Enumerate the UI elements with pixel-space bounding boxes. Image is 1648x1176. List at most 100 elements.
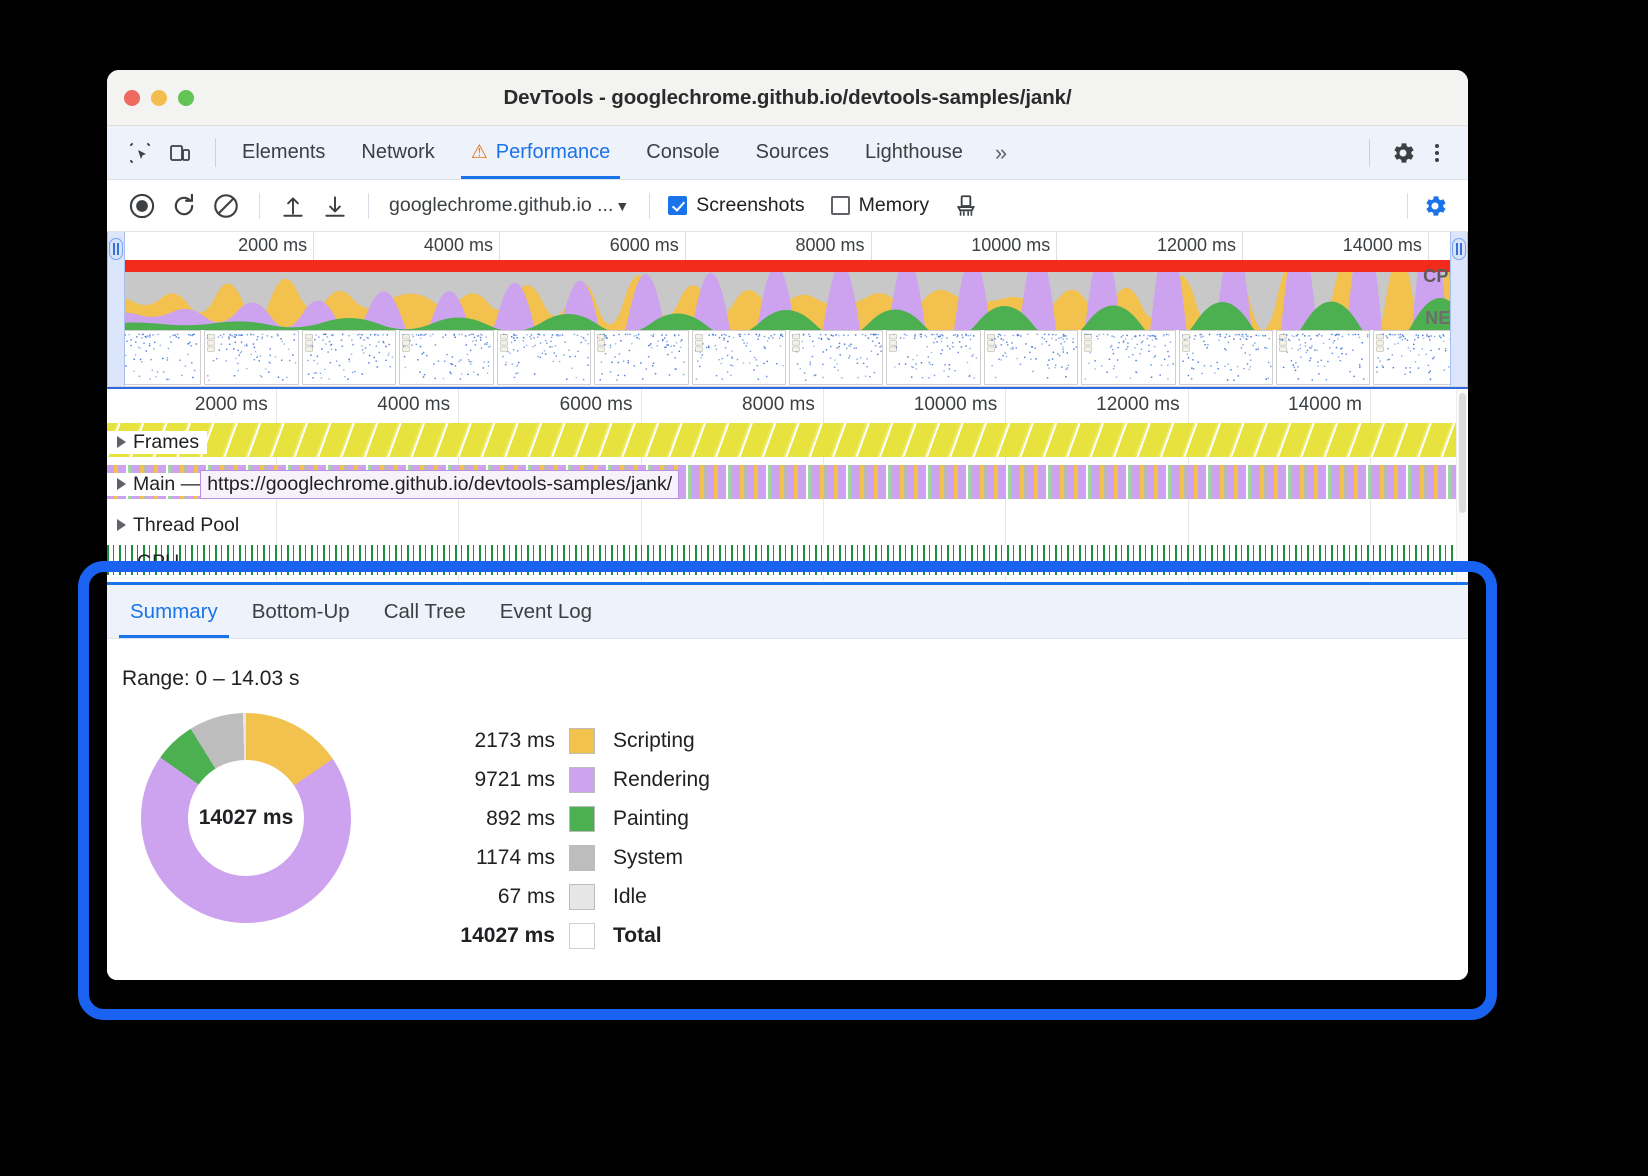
activity-donut-chart[interactable]: 14027 ms [141,713,351,923]
screenshots-checkbox[interactable]: Screenshots [668,194,804,217]
track-thread-pool[interactable]: Thread Pool [107,505,1468,545]
memory-checkbox-box[interactable] [831,196,850,215]
filmstrip-frame[interactable] [789,330,883,385]
tab-lighthouse[interactable]: Lighthouse [847,126,981,179]
track-frames[interactable]: Frames [107,421,1468,463]
capture-settings-gear-icon[interactable] [1416,187,1454,225]
details-drawer: Summary Bottom-Up Call Tree Event Log Ra… [107,582,1468,980]
flame-vertical-scrollbar[interactable] [1456,389,1468,582]
maximize-button[interactable] [178,90,194,106]
track-frames-label[interactable]: Frames [107,431,207,454]
clear-icon[interactable] [207,187,245,225]
expand-caret-icon[interactable] [117,478,126,490]
device-toolbar-icon[interactable] [163,136,197,170]
filmstrip-frame[interactable] [1081,330,1175,385]
legend-row-total: 14027 msTotal [447,916,710,955]
flame-chart-pane[interactable]: 2000 ms4000 ms6000 ms8000 ms10000 ms1200… [107,387,1468,582]
flame-tick-label: 6000 ms [560,394,641,416]
download-profile-icon[interactable] [316,187,354,225]
filmstrip-frame[interactable] [1179,330,1273,385]
legend-row[interactable]: 2173 msScripting [447,721,710,760]
inspect-element-icon[interactable] [123,136,157,170]
tab-sources[interactable]: Sources [738,126,847,179]
legend-row[interactable]: 1174 msSystem [447,838,710,877]
filmstrip-frame[interactable] [302,330,396,385]
frame-thumbnail [790,331,882,384]
tab-performance[interactable]: ⚠ Performance [453,126,629,179]
filmstrip-frame[interactable] [886,330,980,385]
legend-row[interactable]: 67 msIdle [447,877,710,916]
frame-thumbnail [693,331,785,384]
grip-icon[interactable] [1452,238,1466,260]
more-options-icon[interactable] [1420,136,1454,170]
track-main-label[interactable]: Main — [107,473,200,496]
more-tabs-chevron-icon[interactable]: » [981,126,1021,179]
frames-band [107,423,1468,457]
collect-garbage-icon[interactable] [947,187,985,225]
legend-row[interactable]: 892 msPainting [447,799,710,838]
tab-console[interactable]: Console [628,126,737,179]
memory-checkbox[interactable]: Memory [831,194,929,217]
tab-network[interactable]: Network [343,126,452,179]
overview-ruler: 2000 ms4000 ms6000 ms8000 ms10000 ms1200… [107,232,1468,260]
overview-tick [871,232,872,260]
filmstrip-frame[interactable] [1276,330,1370,385]
flame-ruler: 2000 ms4000 ms6000 ms8000 ms10000 ms1200… [107,389,1468,421]
overview-selection-handle-right[interactable] [1450,232,1468,386]
expand-caret-icon[interactable] [117,519,126,531]
gear-icon[interactable] [1386,136,1420,170]
minimize-button[interactable] [151,90,167,106]
performance-toolbar: googlechrome.github.io ... ▼ Screenshots… [107,180,1468,232]
screenshots-checkbox-box[interactable] [668,196,687,215]
toolbar-divider-2 [368,193,369,219]
track-gpu[interactable]: GPU [107,545,1468,579]
overview-selection-handle-left[interactable] [107,232,125,386]
tabstrip-actions-divider [1369,139,1370,167]
legend-total-swatch [569,923,595,949]
track-main[interactable]: Main — https://googlechrome.github.io/de… [107,463,1468,505]
flame-tick-label: 4000 ms [377,394,458,416]
legend-value: 2173 ms [447,729,569,753]
reload-record-icon[interactable] [165,187,203,225]
timeline-overview[interactable]: 2000 ms4000 ms6000 ms8000 ms10000 ms1200… [107,232,1468,387]
filmstrip-frame[interactable] [399,330,493,385]
range-label: Range: 0 – 14.03 s [122,667,1468,691]
track-gpu-name: GPU [107,551,179,574]
legend-swatch [569,767,595,793]
tabstrip-actions [1369,126,1468,179]
toolbar-divider-1 [259,193,260,219]
tab-bottom-up-label: Bottom-Up [252,600,350,624]
frame-thumbnail [887,331,979,384]
overview-tick [313,232,314,260]
flame-tick-label: 14000 m [1288,394,1370,416]
overview-tick [685,232,686,260]
frame-thumbnail [303,331,395,384]
screenshot-filmstrip[interactable] [107,328,1468,387]
filmstrip-frame[interactable] [594,330,688,385]
filmstrip-frame[interactable] [497,330,591,385]
close-button[interactable] [124,90,140,106]
tab-call-tree[interactable]: Call Tree [367,585,483,638]
traffic-lights [124,90,194,106]
frame-thumbnail [595,331,687,384]
filmstrip-frame[interactable] [984,330,1078,385]
filmstrip-frame[interactable] [692,330,786,385]
tab-event-log[interactable]: Event Log [483,585,609,638]
record-circle-icon[interactable] [123,187,161,225]
tab-elements[interactable]: Elements [224,126,343,179]
overview-tick [1428,232,1429,260]
legend-total-label: Total [595,924,662,948]
tab-summary[interactable]: Summary [113,585,235,638]
grip-icon[interactable] [109,238,123,260]
url-selector[interactable]: googlechrome.github.io ... ▼ [383,194,635,217]
expand-caret-icon[interactable] [117,436,126,448]
flame-tick-label: 12000 ms [1096,394,1187,416]
tab-bottom-up[interactable]: Bottom-Up [235,585,367,638]
legend-row[interactable]: 9721 msRendering [447,760,710,799]
filmstrip-frame[interactable] [204,330,298,385]
track-thread-pool-label[interactable]: Thread Pool [107,514,239,537]
legend-value: 67 ms [447,885,569,909]
window-titlebar: DevTools - googlechrome.github.io/devtoo… [107,70,1468,126]
legend-swatch [569,845,595,871]
upload-profile-icon[interactable] [274,187,312,225]
